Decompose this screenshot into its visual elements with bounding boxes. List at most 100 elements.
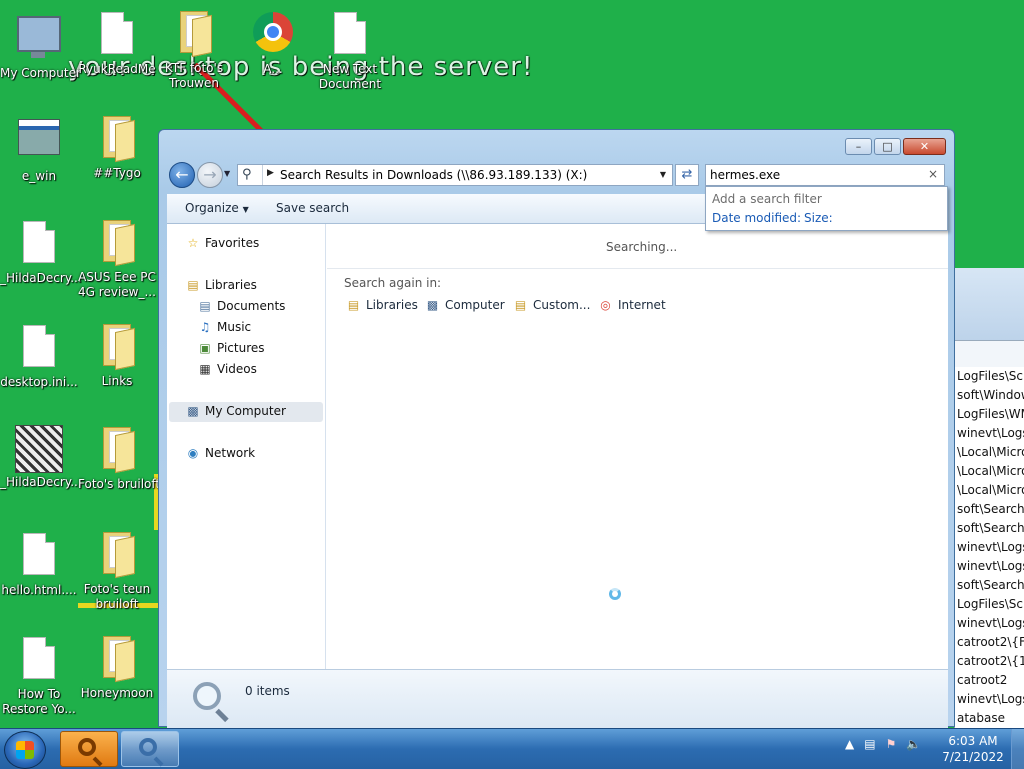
list-item[interactable]: \Local\Micros [955,443,1024,462]
text-file-icon [334,12,366,54]
nav-item-libraries[interactable]: ▤ Libraries [185,278,257,292]
search-filter-popup: Add a search filter Date modified: Size: [705,186,948,231]
nav-label: Music [217,320,252,334]
desktop-icon-label: KTF foto's Trouwen [164,61,224,90]
desktop-icon-hello-html[interactable]: hello.html.... [0,529,78,598]
desktop-icon-e-win[interactable]: e_win [0,113,78,184]
folder-icon [101,116,135,163]
list-item[interactable]: winevt\Logs [955,690,1024,709]
taskbar-explorer-search[interactable] [121,731,179,767]
nav-item-network[interactable]: ◉ Network [185,446,255,460]
filter-date-modified[interactable]: Date modified: [712,211,801,225]
list-item[interactable]: catroot2\{F75 [955,633,1024,652]
file-icon [23,325,55,367]
maximize-button[interactable]: □ [874,138,901,155]
search-again-custom[interactable]: ▤ Custom... [512,298,591,312]
desktop-icon-label: _HildaDecry... [0,475,82,489]
action-center-icon[interactable]: ⚑ [886,737,897,751]
desktop-icon-hilda-1[interactable]: _HildaDecry... [0,217,82,286]
clear-search-icon[interactable]: × [928,167,938,181]
desktop-icon-label: Foto's bruiloft [78,477,161,491]
clock[interactable]: 6:03 AM 7/21/2022 [940,733,1006,765]
desktop-icon-links[interactable]: Links [78,321,156,389]
nav-item-documents[interactable]: ▤ Documents [197,299,285,313]
minimize-button[interactable]: – [845,138,872,155]
list-item[interactable]: soft\Windows [955,386,1024,405]
close-icon: ✕ [919,140,930,153]
desktop-icon-how-to-restore[interactable]: How To Restore Yo... [0,633,78,717]
list-item[interactable]: soft\Search\D [955,576,1024,595]
desktop-icon-fotos-teun[interactable]: Foto's teun bruiloft [78,529,156,612]
desktop-icon-new-text-document[interactable]: New Text Document [311,8,389,92]
desktop-icon-my-computer[interactable]: My Computer [0,8,81,81]
desktop-icon-asus-review[interactable]: ASUS Eee PC 4G review_... [78,217,156,300]
list-item[interactable]: atabase [955,709,1024,728]
recent-pages-button[interactable]: ▼ [224,169,230,178]
list-item[interactable]: \Local\Micros [955,481,1024,500]
list-item[interactable]: winevt\Logs [955,424,1024,443]
list-item[interactable]: LogFiles\WM [955,405,1024,424]
breadcrumb-chevron-icon[interactable]: ▶ [267,168,274,178]
nav-item-videos[interactable]: ▦ Videos [197,362,257,376]
results-pane[interactable]: Searching... Search again in: ▤ Libraries… [327,224,948,669]
computer-icon: ▩ [187,404,199,418]
folder-icon [101,220,135,267]
list-item[interactable]: soft\Search\D [955,519,1024,538]
nav-label: Documents [217,299,286,313]
desktop-icon-ryuk-readme[interactable]: RyukReadMe [78,8,156,77]
explorer-window[interactable]: – □ ✕ ← → ▼ ⚲ ▶ Search Results in Downlo… [158,129,955,728]
navigation-pane[interactable]: ☆ Favorites ▤ Libraries ▤ Documents ♫ Music … [167,224,326,669]
filter-size[interactable]: Size: [804,211,833,225]
list-item[interactable]: catroot2\{127 [955,652,1024,671]
library-icon: ▤ [187,278,199,292]
show-hidden-icons-icon[interactable]: ▲ [845,737,854,751]
nav-item-music[interactable]: ♫ Music [197,320,252,334]
list-item[interactable]: \Local\Micros [955,462,1024,481]
list-item[interactable]: winevt\Logs [955,614,1024,633]
program-icon [18,119,60,155]
list-item[interactable]: LogFiles\Scm [955,367,1024,386]
search-again-libraries[interactable]: ▤ Libraries [345,298,418,312]
address-path[interactable]: Search Results in Downloads (\\86.93.189… [280,168,587,182]
desktop-icon-hilda-2[interactable]: _HildaDecry... [0,424,82,490]
address-bar[interactable]: ⚲ ▶ Search Results in Downloads (\\86.93… [237,164,673,186]
taskbar-search-app[interactable] [60,731,118,767]
desktop-icon-label: _HildaDecry... [0,271,82,285]
background-window[interactable]: LogFiles\Scm soft\Windows LogFiles\WM wi… [954,268,1024,730]
search-input[interactable] [710,167,915,183]
list-item[interactable]: catroot2 [955,671,1024,690]
search-again-internet[interactable]: ◎ Internet [597,298,666,312]
start-button[interactable] [4,731,46,769]
desktop-icon-ktf-fotos[interactable]: KTF foto's Trouwen [155,8,233,91]
desktop-icon-chrome[interactable]: A... [234,8,312,77]
organize-button[interactable]: Organize ▼ [185,201,249,215]
desktop-icon-fotos-bruiloft[interactable]: Foto's bruiloft [78,424,161,492]
address-dropdown-icon[interactable]: ▼ [660,170,666,179]
search-icon [78,738,96,756]
network-tray-icon[interactable]: ▤ [864,737,875,751]
desktop-icon-desktop-ini[interactable]: desktop.ini... [0,321,78,390]
save-search-button[interactable]: Save search [276,201,349,215]
show-desktop-button[interactable] [1011,729,1024,769]
search-again-computer[interactable]: ▩ Computer [424,298,505,312]
desktop-icon-tygo[interactable]: ##Tygo [78,113,156,181]
search-box[interactable]: × [705,164,945,186]
nav-item-favorites[interactable]: ☆ Favorites [185,236,260,250]
desktop-icon-honeymoon[interactable]: Honeymoon [78,633,156,701]
folder-icon [101,324,135,371]
nav-item-my-computer[interactable]: ▩ My Computer [185,404,286,418]
desktop-icon-label: New Text Document [318,62,382,91]
list-item[interactable]: winevt\Logs [955,557,1024,576]
refresh-button[interactable]: ⇄ [675,164,699,186]
location-label: Internet [618,298,666,312]
desktop-icon-label: How To Restore Yo... [2,687,76,716]
nav-item-pictures[interactable]: ▣ Pictures [197,341,264,355]
list-item[interactable]: soft\Search\D [955,500,1024,519]
back-button[interactable]: ← [169,162,195,188]
volume-icon[interactable]: 🔈 [906,737,921,751]
forward-button[interactable]: → [197,162,223,188]
folder-icon [101,532,135,579]
list-item[interactable]: LogFiles\Scm [955,595,1024,614]
list-item[interactable]: winevt\Logs [955,538,1024,557]
close-button[interactable]: ✕ [903,138,946,155]
